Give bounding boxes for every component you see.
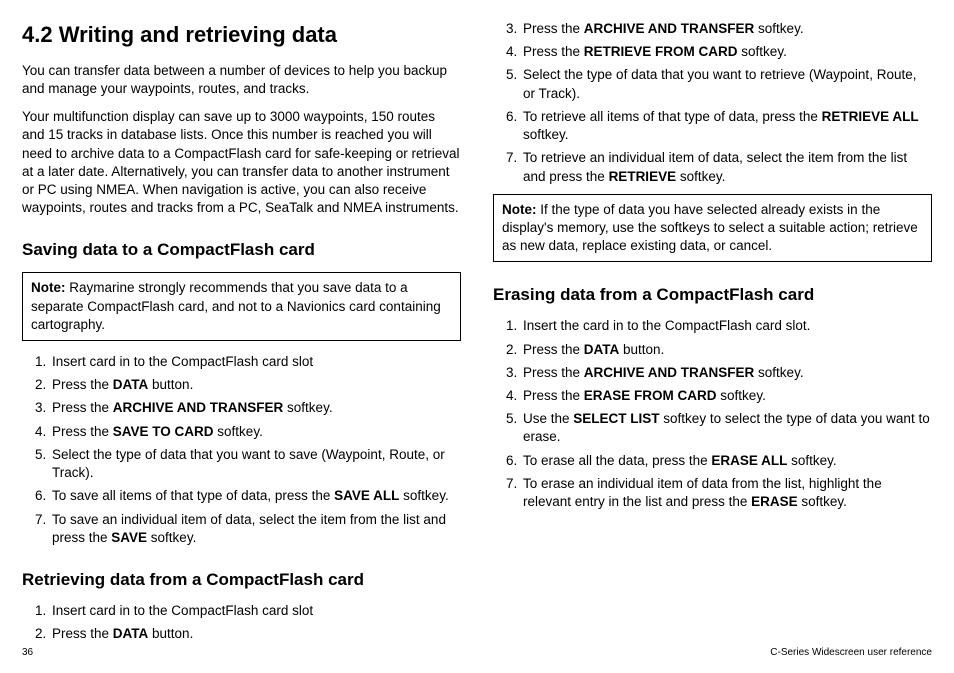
list-item: Select the type of data that you want to… [50, 446, 461, 482]
intro-paragraph-2: Your multifunction display can save up t… [22, 108, 461, 217]
list-item: Select the type of data that you want to… [521, 66, 932, 102]
list-item: Insert card in to the CompactFlash card … [50, 353, 461, 371]
list-item: Press the ARCHIVE AND TRANSFER softkey. [521, 20, 932, 38]
list-item: Press the SAVE TO CARD softkey. [50, 423, 461, 441]
list-item: To erase all the data, press the ERASE A… [521, 452, 932, 470]
erasing-steps: Insert the card in to the CompactFlash c… [493, 317, 932, 511]
saving-steps: Insert card in to the CompactFlash card … [22, 353, 461, 547]
intro-paragraph-1: You can transfer data between a number o… [22, 62, 461, 98]
list-item: Press the RETRIEVE FROM CARD softkey. [521, 43, 932, 61]
page-footer: 36 C-Series Widescreen user reference [22, 646, 932, 660]
list-item: Press the ERASE FROM CARD softkey. [521, 387, 932, 405]
retrieving-note-box: Note: If the type of data you have selec… [493, 194, 932, 263]
list-item: To erase an individual item of data from… [521, 475, 932, 511]
list-item: Insert card in to the CompactFlash card … [50, 602, 461, 620]
retrieving-steps-1: Insert card in to the CompactFlash card … [22, 602, 461, 643]
list-item: Use the SELECT LIST softkey to select th… [521, 410, 932, 446]
note-text: If the type of data you have selected al… [502, 202, 918, 253]
list-item: Press the ARCHIVE AND TRANSFER softkey. [521, 364, 932, 382]
list-item: Insert the card in to the CompactFlash c… [521, 317, 932, 335]
saving-note-box: Note: Raymarine strongly recommends that… [22, 272, 461, 341]
list-item: Press the ARCHIVE AND TRANSFER softkey. [50, 399, 461, 417]
list-item: Press the DATA button. [50, 625, 461, 643]
list-item: To retrieve all items of that type of da… [521, 108, 932, 144]
section-title: 4.2 Writing and retrieving data [22, 20, 461, 50]
list-item: To retrieve an individual item of data, … [521, 149, 932, 185]
note-label: Note: [31, 280, 66, 295]
page-number: 36 [22, 646, 33, 660]
note-label: Note: [502, 202, 537, 217]
retrieving-steps-2: Press the ARCHIVE AND TRANSFER softkey. … [493, 20, 932, 186]
footer-reference: C-Series Widescreen user reference [770, 646, 932, 660]
list-item: Press the DATA button. [521, 341, 932, 359]
erasing-heading: Erasing data from a CompactFlash card [493, 284, 932, 307]
saving-heading: Saving data to a CompactFlash card [22, 239, 461, 262]
list-item: To save an individual item of data, sele… [50, 511, 461, 547]
list-item: Press the DATA button. [50, 376, 461, 394]
retrieving-heading: Retrieving data from a CompactFlash card [22, 569, 461, 592]
note-text: Raymarine strongly recommends that you s… [31, 280, 441, 331]
list-item: To save all items of that type of data, … [50, 487, 461, 505]
